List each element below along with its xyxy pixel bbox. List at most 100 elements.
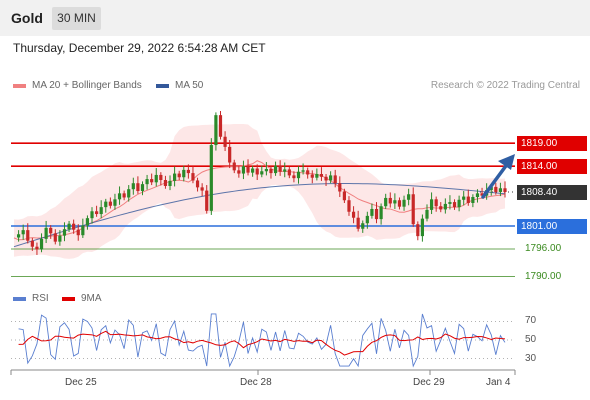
candle-body [108,201,112,206]
time-tick-label: Jan 4 [486,377,511,388]
candle-body [113,199,117,206]
price-label-target: 1790.00 [525,270,562,282]
candle-body [85,218,90,226]
time-axis [10,369,516,375]
candle-body [384,197,388,207]
rsi-level-label: 70 [525,315,537,327]
candle-body [58,235,62,242]
candle-body [439,206,443,210]
candle-body [49,227,53,234]
candle-body [306,170,310,175]
candle-body [205,190,209,211]
candle-body [471,197,475,203]
candle-body [168,180,172,186]
candle-body [319,174,324,177]
candle-body [53,233,57,242]
price-chart[interactable] [0,0,590,400]
candle-body [122,193,126,198]
candle-body [407,194,411,200]
candle-body [163,180,168,186]
candle-body [241,166,246,174]
candle-body [310,174,314,178]
candle-body [315,174,319,178]
candle-body [140,184,145,192]
candle-body [402,199,406,207]
candle-body [90,211,94,219]
price-label-last: 1808.40 [517,184,587,200]
candle-body [264,168,268,172]
candle-body [104,201,108,208]
candle-body [434,199,438,207]
time-tick-label: Dec 29 [413,377,445,388]
candle-body [503,188,507,192]
candle-body [301,170,305,172]
candle-body [30,240,34,247]
candle-body [370,208,374,216]
candle-body [150,179,154,183]
candle-body [16,234,21,238]
candle-body [72,223,76,230]
candle-body [21,230,25,235]
bollinger-fill [14,123,505,259]
candle-body [246,166,250,173]
candle-body [425,209,429,219]
time-tick-label: Dec 25 [65,377,97,388]
candle-body [260,171,264,175]
candle-body [35,246,39,250]
candle-body [429,199,434,210]
candle-body [145,179,149,185]
candle-body [347,200,351,212]
candle-body [273,165,278,174]
candle-body [351,211,356,218]
candle-body [374,208,379,220]
candle-body [498,188,503,192]
candle-body [186,169,190,174]
candle-body [136,183,140,192]
candle-body [81,225,85,236]
price-label-resistance: 1814.00 [517,159,587,175]
candle-body [159,174,163,180]
candle-body [26,230,30,241]
candle-body [223,136,227,147]
candle-body [191,173,195,181]
candle-body [342,191,346,201]
candle-body [452,202,457,208]
rsi-panel [11,313,515,368]
candle-body [237,170,241,174]
candle-body [173,173,177,181]
candle-body [154,174,158,183]
candle-body [94,211,99,215]
candle-body [131,183,135,190]
rsi-level-label: 30 [525,352,537,364]
candle-body [448,202,452,204]
candle-body [62,229,67,236]
candle-body [255,168,259,175]
candle-body [365,215,369,224]
price-label-pivot: 1801.00 [517,219,587,234]
candle-body [443,203,447,210]
candle-body [39,238,44,250]
candle-body [296,171,301,179]
candle-body [324,176,328,181]
candle-body [420,218,425,237]
price-label-target: 1796.00 [525,243,562,254]
candle-body [379,206,383,220]
bollinger-band [14,123,505,259]
candle-body [329,175,333,181]
candle-body [200,187,204,191]
candle-body [232,162,236,171]
candle-body [269,168,273,174]
candle-body [218,115,223,137]
rsi-level-label: 50 [525,334,537,345]
candle-body [182,169,186,178]
candle-body [195,180,200,188]
candle-body [462,196,466,200]
candle-body [333,175,337,184]
candle-body [494,186,498,192]
candle-body [117,193,122,200]
candle-body [466,196,470,203]
time-tick-label: Dec 28 [240,377,272,388]
candle-body [287,169,291,176]
candle-body [127,189,131,198]
candle-body [411,194,415,225]
